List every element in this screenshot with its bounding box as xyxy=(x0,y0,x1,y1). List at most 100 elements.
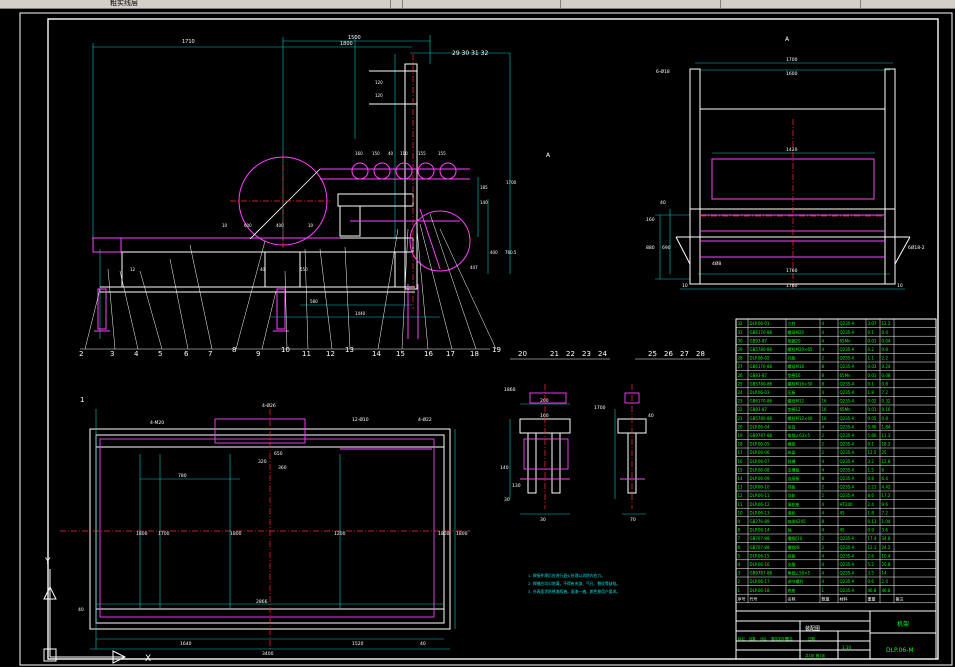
bom-cell-name: 斜撑 xyxy=(788,458,796,464)
bom-cell-w1: 2.21 xyxy=(868,485,877,490)
bom-cell-w1: 0.02 xyxy=(868,399,877,404)
bom-cell-w2: 12.8 xyxy=(882,459,891,464)
bom-cell-mat: Q235-A xyxy=(840,381,855,386)
dim-text: 10 xyxy=(897,283,903,289)
bom-cell-qty: 4 xyxy=(822,553,825,558)
dim-text: 40 xyxy=(78,607,84,613)
bom-cell-qty: 4 xyxy=(822,467,825,472)
balloon-21: 21 xyxy=(550,350,559,358)
balloon-7: 7 xyxy=(208,350,212,358)
dim-text: 160 xyxy=(646,217,655,223)
bom-cell-mat: Q235-A xyxy=(840,356,855,361)
bom-cell-qty: 4 xyxy=(822,338,825,343)
layer-state-icon[interactable] xyxy=(2,0,10,7)
bom-cell-name: 轴承6205 xyxy=(788,518,807,524)
bom-cell-w2: 1.84 xyxy=(882,424,891,429)
bom-cell-no: 11 xyxy=(738,502,744,507)
bom-cell-code: GB5780-86 xyxy=(750,381,773,386)
bom-header-wt: 重量 xyxy=(868,595,876,601)
bom-cell-w2: 0.8 xyxy=(882,416,889,421)
dim-text: 40 xyxy=(648,413,654,419)
hole-note: 12-Ø10 xyxy=(352,416,369,423)
bom-cell-no: 10 xyxy=(738,510,744,515)
bom-cell-mat: Q235-A xyxy=(840,536,855,541)
dim-text: 30 xyxy=(504,497,510,503)
bom-cell-name: 底板 xyxy=(788,552,796,558)
drawing-title: 机架 xyxy=(897,620,909,628)
bom-cell-no: 1 xyxy=(738,588,741,593)
bom-cell-mat: 65Mn xyxy=(840,373,852,378)
bom-cell-mat: Q235-A xyxy=(840,321,855,326)
bom-cell-mat: Q235-A xyxy=(840,364,855,369)
dim-text: 10 xyxy=(222,223,228,228)
bom-cell-w1: 0.1 xyxy=(868,381,875,386)
bom-cell-qty: 16 xyxy=(822,416,828,421)
bom-cell-qty: 4 xyxy=(822,459,825,464)
balloon-22: 22 xyxy=(566,350,575,358)
bom-header-mat: 材料 xyxy=(840,595,848,601)
bom-cell-w1: 0.05 xyxy=(868,416,877,421)
bom-cell-qty: 4 xyxy=(822,528,825,533)
bom-cell-mat: Q235-A xyxy=(840,459,855,464)
bom-cell-w2: 46.8 xyxy=(882,588,891,593)
bom-cell-code: DLP.06-10 xyxy=(750,485,770,490)
bom-cell-mat: Q235-A xyxy=(840,433,855,438)
bom-cell-code: DLP.06-07 xyxy=(750,459,770,464)
dim-text: 110 xyxy=(400,151,408,156)
color-swatch-icon[interactable] xyxy=(84,0,92,7)
note-line: 2. 焊缝应均匀饱满，不得有夹渣、气孔、裂纹等缺陷。 xyxy=(528,581,620,586)
bom-cell-w2: 11.3 xyxy=(882,433,891,438)
balloon-28: 28 xyxy=(696,350,705,358)
dim-text: 1440 xyxy=(355,311,366,316)
bom-cell-code: GB93-87 xyxy=(750,407,768,412)
bom-cell-mat: Q235-A xyxy=(840,347,855,352)
lock-icon[interactable] xyxy=(74,0,82,7)
dim-text: 10 xyxy=(682,283,688,289)
bom-cell-mat: Q235-A xyxy=(840,545,855,550)
bom-cell-no: 21 xyxy=(738,416,744,421)
bom-cell-name: 槽钢[10 xyxy=(788,535,803,541)
layer-dropdown[interactable]: 粗实线层 xyxy=(110,0,138,8)
bom-cell-name: 立柱 xyxy=(788,320,796,326)
dim-text: 150 xyxy=(372,151,380,156)
dim-text: 650 xyxy=(274,451,283,457)
dim-text: 160 xyxy=(540,413,549,419)
front-view: 1710 1800 1500 29 30 31 32 160 150 40 11… xyxy=(79,35,551,358)
bom-cell-qty: 4 xyxy=(822,390,825,395)
bom-cell-qty: 2 xyxy=(822,493,825,498)
bom-cell-w1: 46.8 xyxy=(868,588,877,593)
bom-cell-name: 横梁 xyxy=(788,441,796,447)
bom-cell-name: 螺母M16 xyxy=(788,363,805,369)
balloon-16: 16 xyxy=(424,350,433,358)
balloon-26: 26 xyxy=(664,350,673,358)
bom-cell-mat: Q235-A xyxy=(840,399,855,404)
balloon-18: 18 xyxy=(470,350,479,358)
bom-cell-qty: 2 xyxy=(822,356,825,361)
bom-cell-code: GB5780-86 xyxy=(750,416,773,421)
bom-cell-w1: 0.01 xyxy=(868,373,877,378)
balloon-9: 9 xyxy=(256,350,260,358)
bom-cell-w2: 20.8 xyxy=(882,562,891,567)
dim-text: 1640 xyxy=(180,641,192,647)
bom-cell-w2: 24.2 xyxy=(882,545,891,550)
drawing-viewport[interactable]: 1710 1800 1500 29 30 31 32 160 150 40 11… xyxy=(0,9,955,667)
bom-cell-w2: 18.2 xyxy=(882,442,891,447)
balloon-19: 19 xyxy=(492,346,501,354)
bom-cell-code: GB6170-86 xyxy=(750,364,773,369)
note-line: 1. 焊接件焊后应进行退火处理以消除内应力。 xyxy=(528,573,605,578)
cad-drawing[interactable]: 1710 1800 1500 29 30 31 32 160 150 40 11… xyxy=(0,9,955,667)
bom-cell-w1: 0.01 xyxy=(868,338,877,343)
hole-note: 4-M20 xyxy=(150,420,164,426)
dim-text: 70 xyxy=(630,517,636,523)
bom-cell-name: 垫圈16 xyxy=(788,372,802,378)
dim-text: 40 xyxy=(660,200,666,206)
bom-cell-w2: 34.8 xyxy=(882,536,891,541)
drawing-number: DLP.06-M xyxy=(886,647,914,654)
freeze-icon[interactable] xyxy=(64,0,72,7)
tb-label: 日期 xyxy=(808,636,815,641)
tb-label: 处数 xyxy=(749,636,756,641)
balloon-5: 5 xyxy=(158,350,162,358)
bom-cell-w2: 25 xyxy=(882,450,888,455)
bom-cell-w2: 17.2 xyxy=(882,493,891,498)
bom-cell-code: GB93-87 xyxy=(750,338,768,343)
